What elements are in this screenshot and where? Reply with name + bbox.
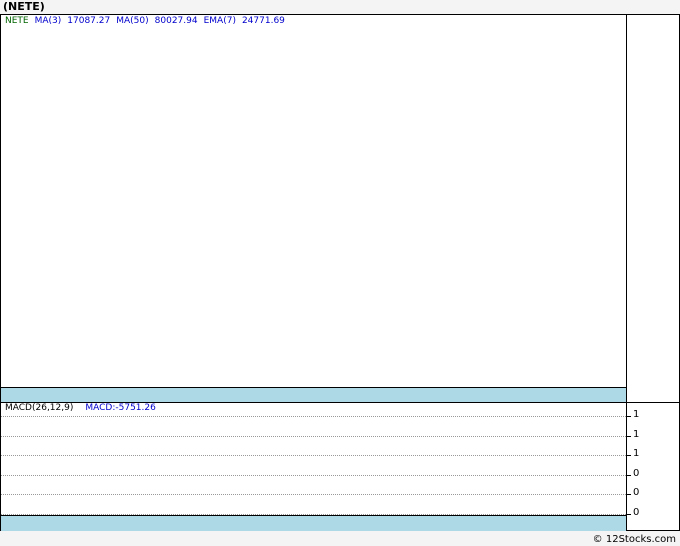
- macd-tick: [627, 475, 631, 476]
- macd-gridline: [1, 494, 626, 495]
- ma3-value: 17087.27: [67, 16, 111, 26]
- macd-tick: [627, 494, 631, 495]
- macd-gridline: [1, 416, 626, 417]
- ma3-label: MA(3): [34, 16, 62, 26]
- macd-tick-label: 1: [633, 409, 640, 420]
- macd-tick: [627, 416, 631, 417]
- macd-tick-label: 1: [633, 448, 640, 459]
- price-axis: [626, 14, 680, 403]
- macd-legend: MACD(26,12,9) MACD:-5751.26: [5, 403, 162, 413]
- macd-gridline: [1, 455, 626, 456]
- macd-tick-label: 0: [633, 507, 640, 518]
- macd-tick-label: 0: [633, 487, 640, 498]
- ema7-value: 24771.69: [241, 16, 285, 26]
- macd-tick: [627, 436, 631, 437]
- macd-gridline: [1, 514, 626, 515]
- macd-tick-label: 0: [633, 468, 640, 479]
- symbol-label: NETE: [5, 16, 29, 26]
- macd-label: MACD(26,12,9): [5, 403, 74, 413]
- ma50-label: MA(50): [116, 16, 149, 26]
- macd-tick: [627, 514, 631, 515]
- ema7-label: EMA(7): [203, 16, 236, 26]
- chart-title: (NETE): [3, 0, 45, 13]
- price-panel: [0, 14, 627, 403]
- macd-band: [1, 515, 626, 531]
- macd-tick-label: 1: [633, 429, 640, 440]
- ma50-value: 80027.94: [154, 16, 198, 26]
- price-volume-band: [1, 387, 626, 402]
- macd-gridline: [1, 475, 626, 476]
- macd-panel: [0, 402, 627, 531]
- macd-value: MACD:-5751.26: [85, 403, 156, 413]
- macd-gridline: [1, 436, 626, 437]
- macd-tick: [627, 455, 631, 456]
- price-legend: NETE MA(3) 17087.27 MA(50) 80027.94 EMA(7) 247…: [5, 16, 291, 26]
- footer-credit: © 12Stocks.com: [592, 534, 676, 545]
